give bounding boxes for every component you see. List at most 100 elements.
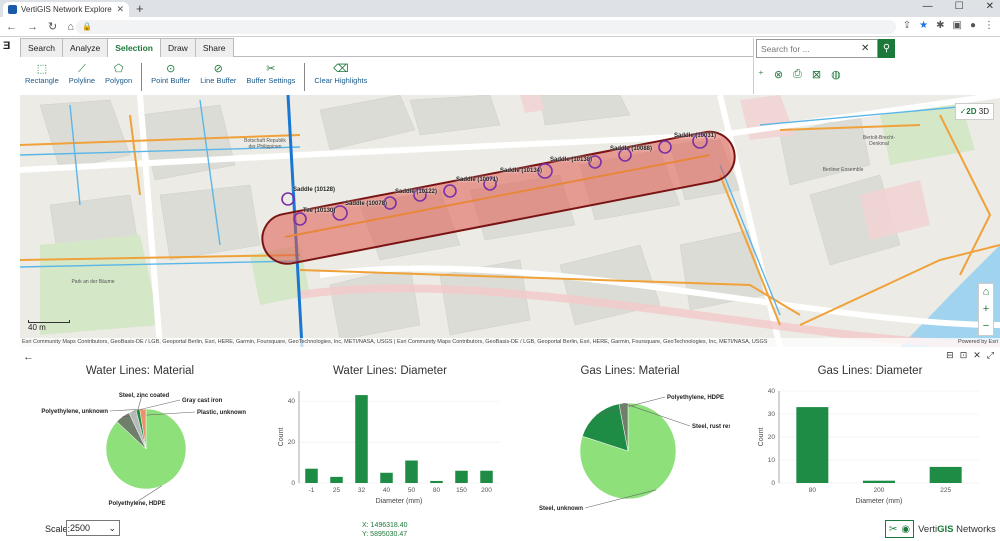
point-buffer-icon: ⊙ [166,63,176,75]
bar[interactable] [305,468,318,483]
feature-label[interactable]: Saddle (10078) [345,201,387,207]
search-button[interactable]: ⚲ [878,39,895,58]
sidebar-icon[interactable]: ▣ [953,20,962,31]
tab-selection[interactable]: Selection [107,38,161,57]
brand-logo: VertiGIS Networks [918,523,996,535]
print-icon[interactable]: ⎙ [793,68,802,81]
view-mode-toggle[interactable]: ✓2D 3D [954,103,994,120]
home-icon[interactable]: ⌂ [67,21,74,33]
zoom-out-button[interactable]: − [983,318,989,335]
x-tick-label: 200 [481,487,492,494]
gas-diameter-chart: Gas Lines: Diameter 0 10 20 30 40 80 200 225 Dia… [755,365,985,515]
reload-icon[interactable]: ↻ [48,20,57,33]
y-tick-label: 0 [771,480,775,487]
scale-select[interactable]: 2500 ⌄ [66,520,120,536]
x-tick-label: 80 [809,487,817,494]
feature-label[interactable]: Saddle (10071) [456,177,498,183]
globe-icon[interactable]: ◍ [831,68,841,81]
tools-icon[interactable]: ✂ [889,524,897,535]
panel-dock-icon[interactable]: ⊡ [960,350,968,361]
tab-draw[interactable]: Draw [159,38,196,57]
panel-expand-icon[interactable]: ⤢ [987,350,994,361]
gas-diameter-bars: 0 10 20 30 40 80 200 225 Diameter (mm) Count [758,388,979,505]
map-view[interactable]: Botschaft Republik der Philippinen Bertol… [20,95,1000,347]
buffer-settings-button[interactable]: ✂ Buffer Settings [241,63,300,85]
pie-slice-label: Plastic, unknown [197,410,246,416]
feature-label[interactable]: Saddle (10128) [293,187,335,193]
bar[interactable] [863,480,895,483]
app-menu-icon[interactable]: Ǝ [3,40,10,52]
tab-share[interactable]: Share [194,38,234,57]
point-buffer-button[interactable]: ⊙ Point Buffer [146,63,195,85]
mode-2d-button[interactable]: ✓2D [960,107,977,116]
clear-highlights-button[interactable]: ⌫ Clear Highlights [309,63,372,85]
feature-label[interactable]: Saddle (10138) [550,157,592,163]
zoom-home-icon[interactable]: ⌂ [983,284,990,301]
tab-analyze[interactable]: Analyze [61,38,109,57]
minimize-icon[interactable]: — [923,1,933,12]
panel-back-button[interactable]: ← [23,351,34,363]
bar[interactable] [405,460,418,483]
ribbon-divider [141,63,143,91]
bar[interactable] [430,480,443,483]
rectangle-button[interactable]: ⬚ Rectangle [20,63,64,85]
bar[interactable] [380,472,393,483]
mode-3d-button[interactable]: 3D [979,107,989,116]
new-tab-button[interactable]: + [136,1,144,16]
scale-bar: 40 m [28,320,70,332]
bar[interactable] [455,470,468,483]
clear-circle-icon[interactable]: ⊗ [774,68,783,81]
zoom-in-button[interactable]: + [983,301,989,318]
forward-icon[interactable]: → [27,21,38,33]
bar[interactable] [355,395,368,483]
basemap-svg [20,95,1000,347]
bookmark-star-icon[interactable]: ★ [919,20,928,31]
profile-icon[interactable]: ● [970,20,976,31]
export-icon[interactable]: ⊠ [812,68,821,81]
browser-tab[interactable]: VertiGIS Network Explorer ✕ [3,2,129,17]
menu-icon[interactable]: ⋮ [984,20,994,31]
panel-actions: ⊟ ⊡ ✕ ⤢ [946,350,994,361]
back-icon[interactable]: ← [6,21,17,33]
bar[interactable] [796,407,829,483]
bar[interactable] [330,476,343,483]
share-icon[interactable]: ⇪ [903,20,911,31]
user-icon[interactable]: ◉ [901,524,910,535]
polygon-button[interactable]: ⬠ Polygon [100,63,137,85]
line-buffer-button[interactable]: ⊘ Line Buffer [195,63,241,85]
window-controls: — ☐ ✕ [923,1,994,12]
pie-slice-label: Steel, unknown [539,506,583,512]
y-tick-label: 40 [288,398,296,405]
panel-minimize-icon[interactable]: ⊟ [946,350,954,361]
rectangle-select-icon: ⬚ [36,63,48,75]
feature-label[interactable]: Saddle (10031) [674,133,716,139]
polyline-button[interactable]: ⟋ Polyline [64,63,100,85]
search-input[interactable] [761,43,861,54]
feature-label[interactable]: Saddle (10134) [500,168,542,174]
close-tab-icon[interactable]: ✕ [116,4,124,15]
pie-slice-label: Gray cast iron [182,398,223,404]
add-point-icon[interactable]: ⁺ [758,68,764,81]
pie-slice-label: Polyethylene, HDPE [667,395,724,401]
maximize-icon[interactable]: ☐ [955,1,964,12]
search-clear-icon[interactable]: ✕ [861,43,869,54]
url-input[interactable]: 🔒 [76,20,896,34]
search-box: ✕ [756,39,878,58]
window-close-icon[interactable]: ✕ [986,1,994,12]
powered-by-esri[interactable]: Powered by Esri [958,338,998,347]
y-axis-label: Count [758,428,765,447]
y-tick-label: 40 [768,388,776,395]
coord-x: X: 1496318.40 [362,522,408,529]
feature-label[interactable]: Saddle (10088) [610,146,652,152]
feature-label[interactable]: Saddle (10122) [395,189,437,195]
extensions-icon[interactable]: ✱ [936,20,944,31]
chart-title: Gas Lines: Diameter [817,365,923,377]
bar[interactable] [480,470,493,483]
panel-close-icon[interactable]: ✕ [973,350,981,361]
tab-search[interactable]: Search [20,38,63,57]
browser-tabstrip: VertiGIS Network Explorer ✕ + — ☐ ✕ [0,0,1000,17]
bar[interactable] [929,466,962,483]
coordinate-readout: X: 1496318.40 Y: 5895030.47 [362,521,408,539]
feature-label[interactable]: Tee (10130) [303,208,335,214]
favicon-icon [8,5,17,14]
